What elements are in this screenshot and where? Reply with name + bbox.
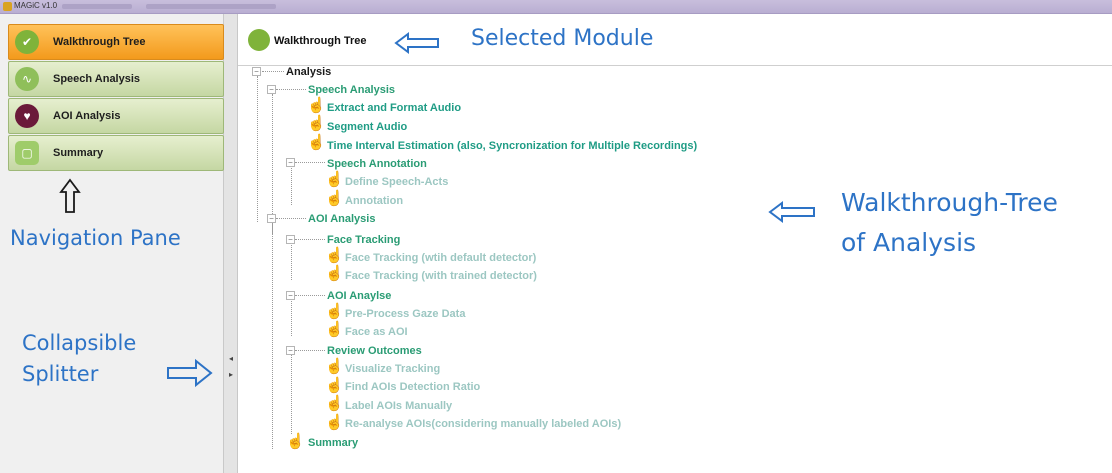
- tree-node-face-tracking[interactable]: Face Tracking: [327, 234, 400, 246]
- tree-node-reanalyse-aois[interactable]: Re-analyse AOIs(considering manually lab…: [345, 418, 621, 430]
- nav-summary[interactable]: ▢ Summary: [8, 135, 224, 171]
- title-bar: MAGiC v1.0: [0, 0, 1112, 14]
- nav-item-label: Speech Analysis: [53, 73, 141, 85]
- hand-pointer-icon: ☝: [325, 190, 344, 207]
- tree-node-find-aois-ratio[interactable]: Find AOIs Detection Ratio: [345, 381, 480, 393]
- tree-node-label-aois[interactable]: Label AOIs Manually: [345, 400, 452, 412]
- nav-speech-analysis[interactable]: ∿ Speech Analysis: [8, 61, 224, 97]
- window-title: MAGiC v1.0: [14, 1, 58, 10]
- tree-node-analysis[interactable]: Analysis: [286, 66, 331, 78]
- tree-node-aoi-analysis[interactable]: AOI Analysis: [308, 213, 375, 225]
- hand-pointer-icon: ☝: [325, 247, 344, 264]
- tree-node-aoi-anaylse[interactable]: AOI Anaylse: [327, 290, 391, 302]
- hand-pointer-icon: ☝: [307, 115, 326, 132]
- hand-pointer-icon: ☝: [325, 358, 344, 375]
- collapse-speech-toggle[interactable]: −: [267, 85, 276, 94]
- nav-walkthrough-tree[interactable]: ✔ Walkthrough Tree: [8, 24, 224, 60]
- up-arrow-annotation-icon: [59, 178, 81, 213]
- hand-pointer-icon: ☝: [325, 395, 344, 412]
- right-arrow-annotation-icon: [167, 358, 213, 388]
- tree-node-review-outcomes[interactable]: Review Outcomes: [327, 345, 422, 357]
- collapse-face-tracking-toggle[interactable]: −: [286, 235, 295, 244]
- title-bar-tab: [146, 4, 276, 9]
- tree-node-annotation[interactable]: Annotation: [345, 195, 403, 207]
- tree-node-extract-audio[interactable]: Extract and Format Audio: [327, 102, 461, 114]
- tree-node-define-speech-acts[interactable]: Define Speech-Acts: [345, 176, 448, 188]
- hand-pointer-icon: ☝: [325, 171, 344, 188]
- splitter-annotation: Splitter: [22, 362, 99, 386]
- collapse-aoi-toggle[interactable]: −: [267, 214, 276, 223]
- nav-aoi-analysis[interactable]: ♥ AOI Analysis: [8, 98, 224, 134]
- main-area: Walkthrough Tree Selected Module − Analy…: [238, 14, 1112, 473]
- heart-icon: ♥: [15, 104, 39, 128]
- collapse-speech-annotation-toggle[interactable]: −: [286, 158, 295, 167]
- app-icon: [3, 2, 12, 11]
- tree-node-visualize-tracking[interactable]: Visualize Tracking: [345, 363, 440, 375]
- tree-node-face-tracking-default[interactable]: Face Tracking (wtih default detector): [345, 252, 536, 264]
- hand-pointer-icon: ☝: [307, 134, 326, 151]
- nav-item-label: Summary: [53, 147, 104, 159]
- tree-node-speech-annotation[interactable]: Speech Annotation: [327, 158, 427, 170]
- hand-pointer-icon: ☝: [307, 97, 326, 114]
- collapse-analysis-toggle[interactable]: −: [252, 67, 261, 76]
- expand-right-icon[interactable]: ▸: [228, 370, 234, 380]
- tree-node-segment-audio[interactable]: Segment Audio: [327, 121, 407, 133]
- collapsible-annotation: Collapsible: [22, 331, 137, 355]
- left-arrow-annotation-icon: [768, 201, 815, 223]
- title-bar-tab: [62, 4, 132, 9]
- walkthrough-tree-annotation: Walkthrough-Tree: [841, 188, 1058, 217]
- nav-item-label: Walkthrough Tree: [53, 36, 146, 48]
- tree-node-speech-analysis[interactable]: Speech Analysis: [308, 84, 395, 96]
- navigation-pane: ✔ Walkthrough Tree ∿ Speech Analysis ♥ A…: [0, 14, 224, 473]
- tree-node-summary[interactable]: Summary: [308, 437, 358, 449]
- collapse-review-toggle[interactable]: −: [286, 346, 295, 355]
- tree-node-face-tracking-trained[interactable]: Face Tracking (with trained detector): [345, 270, 537, 282]
- navigation-pane-annotation: Navigation Pane: [10, 226, 181, 250]
- collapse-aoi-analyse-toggle[interactable]: −: [286, 291, 295, 300]
- collapsible-splitter[interactable]: ◂ ▸: [224, 14, 238, 473]
- hand-pointer-icon: ☝: [286, 433, 305, 450]
- tree-node-time-interval[interactable]: Time Interval Estimation (also, Syncroni…: [327, 140, 697, 152]
- of-analysis-annotation: of Analysis: [841, 228, 977, 257]
- hand-pointer-icon: ☝: [325, 377, 344, 394]
- waveform-icon: ∿: [15, 67, 39, 91]
- summary-icon: ▢: [15, 141, 39, 165]
- tree-node-preprocess-gaze[interactable]: Pre-Process Gaze Data: [345, 308, 465, 320]
- collapse-left-icon[interactable]: ◂: [228, 354, 234, 364]
- hand-pointer-icon: ☝: [325, 414, 344, 431]
- hand-pointer-icon: ☝: [325, 321, 344, 338]
- walkthrough-tree: − Analysis − Speech Analysis ☝ Extract a…: [238, 14, 1112, 473]
- tree-node-face-as-aoi[interactable]: Face as AOI: [345, 326, 408, 338]
- hand-pointer-icon: ☝: [325, 303, 344, 320]
- hand-pointer-icon: ☝: [325, 265, 344, 282]
- nav-item-label: AOI Analysis: [53, 110, 121, 122]
- walkthrough-icon: ✔: [15, 30, 39, 54]
